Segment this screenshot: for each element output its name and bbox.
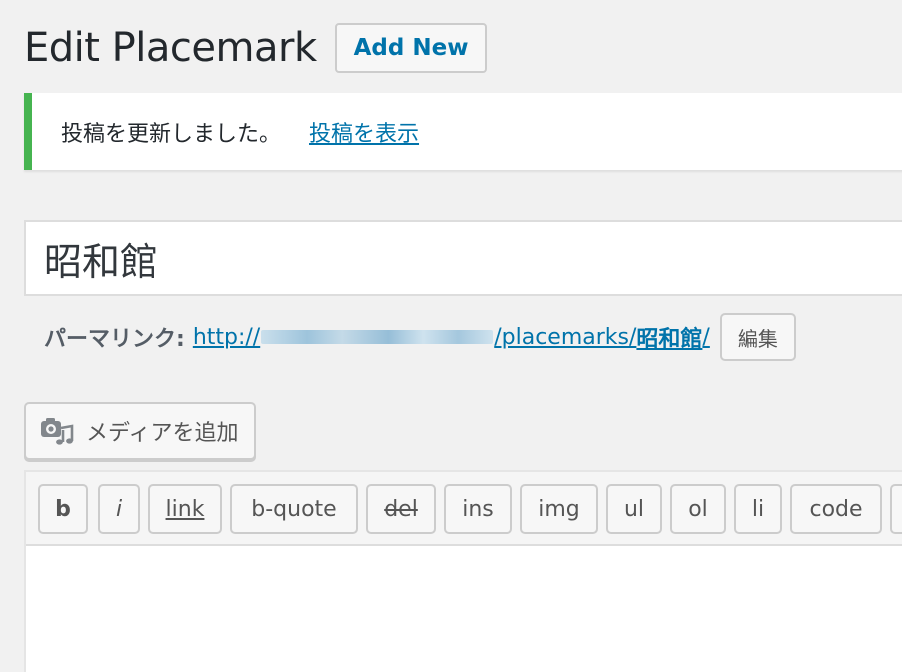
post-title-input[interactable]: 昭和館 [24, 220, 902, 296]
update-notice: 投稿を更新しました。 投稿を表示 [24, 93, 902, 170]
edit-slug-button[interactable]: 編集 [719, 313, 796, 361]
permalink-slug: 昭和館 [636, 327, 703, 352]
page-header: Edit Placemark Add New [24, 22, 488, 74]
qt-link-button[interactable]: link [148, 484, 222, 534]
qt-img-button[interactable]: img [520, 484, 598, 534]
post-title-value: 昭和館 [44, 239, 159, 284]
edit-placemark-page: Edit Placemark Add New 投稿を更新しました。 投稿を表示 … [0, 0, 902, 672]
blurred-domain [261, 330, 494, 344]
qt-blockquote-button[interactable]: b-quote [230, 484, 358, 534]
notice-message: 投稿を更新しました。 [61, 121, 282, 147]
qt-del-button[interactable]: del [366, 484, 436, 534]
qt-li-button[interactable]: li [734, 484, 782, 534]
qt-italic-button[interactable]: i [98, 484, 140, 534]
qt-ul-button[interactable]: ul [606, 484, 662, 534]
permalink-scheme: http:// [192, 324, 261, 350]
add-new-button[interactable]: Add New [334, 23, 488, 73]
permalink-label: パーマリンク: [44, 327, 185, 352]
page-title: Edit Placemark [24, 25, 317, 71]
qt-ol-button[interactable]: ol [670, 484, 726, 534]
qt-bold-button[interactable]: b [38, 484, 88, 534]
view-post-link[interactable]: 投稿を表示 [309, 116, 419, 148]
qt-ins-button[interactable]: ins [444, 484, 512, 534]
add-media-label: メディアを追加 [86, 421, 239, 446]
add-media-icon [40, 416, 74, 446]
content-textarea[interactable] [26, 546, 902, 672]
qt-more-button[interactable] [890, 484, 902, 534]
text-editor: b i link b-quote del ins img ul ol li co… [24, 470, 902, 672]
permalink-path: /placemarks/ [494, 324, 637, 350]
permalink-suffix: / [702, 324, 710, 350]
qt-code-button[interactable]: code [790, 484, 882, 534]
permalink-link[interactable]: http:// /placemarks/ 昭和館 / [193, 321, 710, 353]
permalink-row: パーマリンク: http:// /placemarks/ 昭和館 / 編集 [44, 312, 796, 362]
add-media-button[interactable]: メディアを追加 [24, 402, 257, 460]
quicktags-toolbar: b i link b-quote del ins img ul ol li co… [26, 472, 902, 546]
